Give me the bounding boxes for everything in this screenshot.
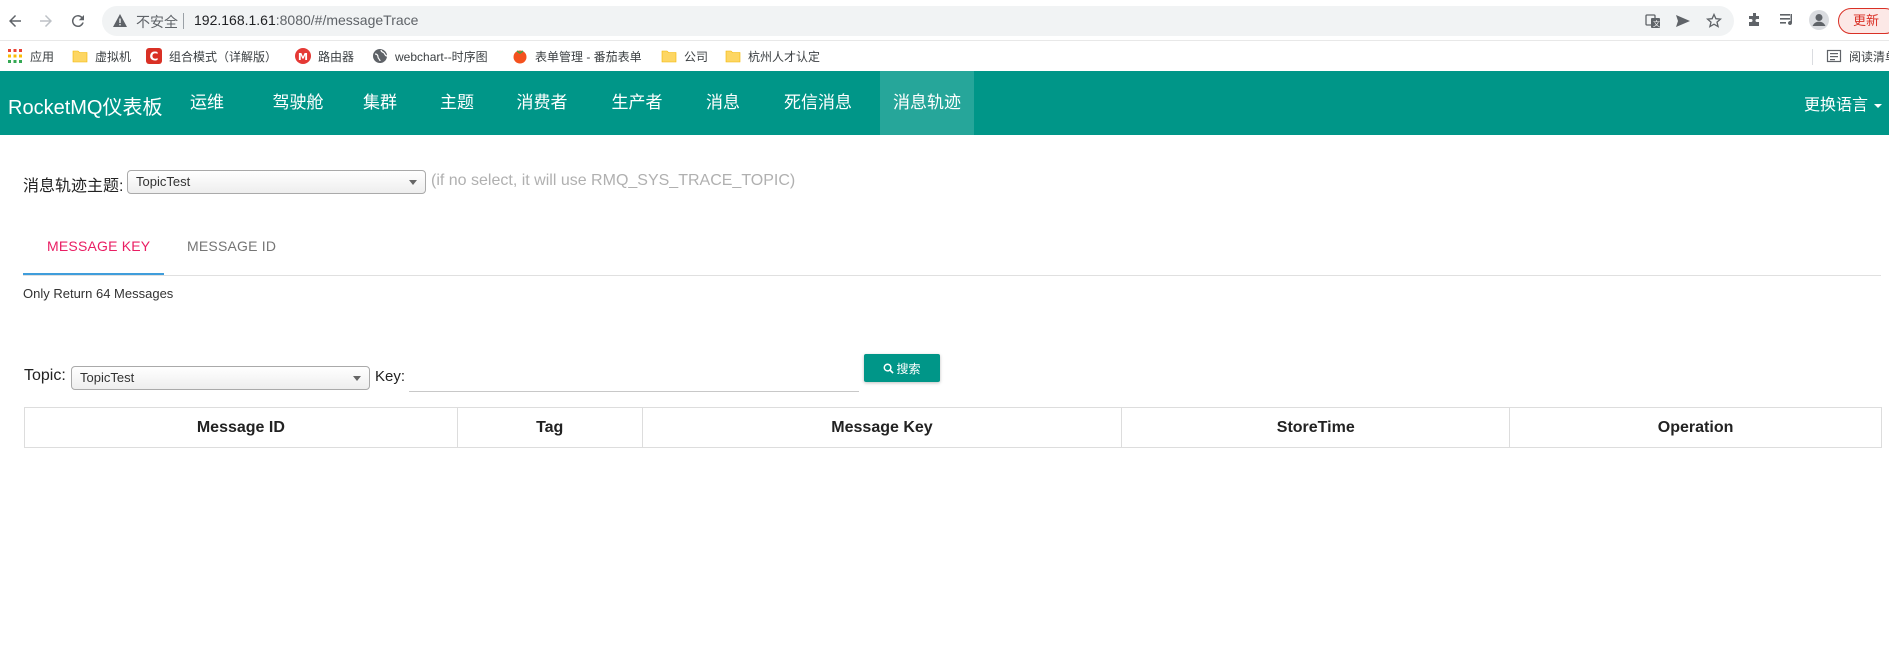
nav-cockpit[interactable]: 驾驶舱 [258,71,338,135]
message-table: Message ID Tag Message Key StoreTime Ope… [24,407,1882,448]
trace-topic-select[interactable]: TopicTest [127,170,426,194]
folder-icon [72,50,88,63]
tab-divider [23,275,1881,276]
bookmark-label: 杭州人才认定 [748,49,821,64]
key-input[interactable] [409,366,859,392]
tomato-icon [513,50,527,64]
svg-text:C: C [150,50,159,64]
bookmark-company[interactable]: 公司 [661,47,708,65]
language-switcher[interactable]: 更换语言 [1804,91,1883,115]
tab-message-key[interactable]: MESSAGE KEY [47,238,150,254]
col-operation: Operation [1509,407,1882,448]
insecure-label: 不安全 [136,14,178,30]
trace-topic-hint: (if no select, it will use RMQ_SYS_TRACE… [431,172,796,189]
url-host: 192.168.1.61 [194,12,276,28]
col-tag: Tag [456,407,643,448]
nav-producer[interactable]: 生产者 [597,71,677,135]
update-button[interactable]: 更新 [1838,8,1889,34]
trace-topic-value: TopicTest [136,174,191,189]
key-label: Key: [375,368,406,385]
folder-icon [661,50,677,63]
nav-message[interactable]: 消息 [691,71,755,135]
address-divider [183,13,184,29]
language-label: 更换语言 [1804,97,1869,114]
caret-down-icon [1874,103,1883,108]
bookmark-label: 组合模式（详解版） [169,49,278,64]
bookmark-webchart[interactable]: webchart--时序图 [372,47,488,65]
router-icon: M [295,48,311,64]
bookmarks-bar: 应用 虚拟机 C 组合模式（详解版） M 路由器 webchart--时序图 表… [0,41,1889,71]
folder-icon [725,50,741,63]
url-text: 192.168.1.61:8080/#/messageTrace [194,12,418,28]
svg-text:文: 文 [1653,19,1660,28]
nav-dead-letter[interactable]: 死信消息 [770,71,866,135]
reload-icon[interactable] [65,8,91,34]
nav-ops[interactable]: 运维 [175,71,239,135]
col-message-id: Message ID [24,407,458,448]
nav-consumer[interactable]: 消费者 [502,71,582,135]
bookmark-label: webchart--时序图 [395,49,488,64]
globe-icon [373,49,388,63]
app-navbar: RocketMQ仪表板 运维 驾驶舱 集群 主题 消费者 生产者 消息 死信消息… [0,71,1889,135]
forward-icon[interactable] [33,8,59,34]
address-bar[interactable]: 不安全 192.168.1.61:8080/#/messageTrace 文 [102,6,1734,36]
browser-toolbar: 不安全 192.168.1.61:8080/#/messageTrace 文 更… [0,0,1889,41]
bookmark-label: 路由器 [318,49,355,64]
col-store-time: StoreTime [1121,407,1511,448]
bookmark-label: 虚拟机 [95,49,132,64]
topic-select[interactable]: TopicTest [71,366,370,390]
translate-icon[interactable]: 文 [1645,13,1661,29]
search-icon [884,363,895,374]
nav-topic[interactable]: 主题 [425,71,489,135]
brand-title[interactable]: RocketMQ仪表板 [8,91,162,120]
reading-list-icon [1826,49,1842,63]
bookmarks-divider [1812,49,1813,65]
dropdown-arrow-icon [409,180,417,185]
star-icon[interactable] [1706,13,1722,29]
nav-message-trace[interactable]: 消息轨迹 [880,71,974,135]
dropdown-arrow-icon [353,376,361,381]
topic-label: Topic: [24,367,66,384]
bookmark-label: 表单管理 - 番茄表单 [535,49,642,64]
send-icon[interactable] [1675,13,1691,29]
bookmark-hangzhou-talent[interactable]: 杭州人才认定 [725,47,820,65]
reading-list[interactable]: 阅读清单 [1826,47,1889,65]
search-button[interactable]: 搜索 [864,354,940,382]
nav-cluster[interactable]: 集群 [348,71,412,135]
tab-message-id[interactable]: MESSAGE ID [187,238,276,254]
bookmark-composite-pattern[interactable]: C 组合模式（详解版） [146,47,277,65]
table-header-row: Message ID Tag Message Key StoreTime Ope… [24,407,1882,448]
profile-avatar-icon[interactable] [1808,9,1830,31]
media-control-icon[interactable] [1778,11,1796,29]
col-message-key: Message Key [641,407,1123,448]
extensions-icon[interactable] [1746,11,1764,29]
svg-text:M: M [298,52,308,63]
url-path: :8080/#/messageTrace [275,12,419,28]
back-icon[interactable] [2,8,28,34]
bookmark-tomato-form[interactable]: 表单管理 - 番茄表单 [512,47,642,65]
bookmark-router[interactable]: M 路由器 [295,47,354,65]
bookmark-label: 应用 [30,49,55,64]
bookmark-apps[interactable]: 应用 [7,47,54,65]
search-button-label: 搜索 [896,361,921,376]
reading-list-label: 阅读清单 [1849,49,1889,64]
result-limit-notice: Only Return 64 Messages [23,286,174,301]
bookmark-label: 公司 [684,49,709,64]
warning-icon [113,14,127,27]
apps-grid-icon [8,49,22,63]
trace-topic-label: 消息轨迹主题: [23,178,124,195]
csdn-icon: C [146,48,162,64]
topic-value: TopicTest [80,370,135,385]
bookmark-vm[interactable]: 虚拟机 [72,47,131,65]
